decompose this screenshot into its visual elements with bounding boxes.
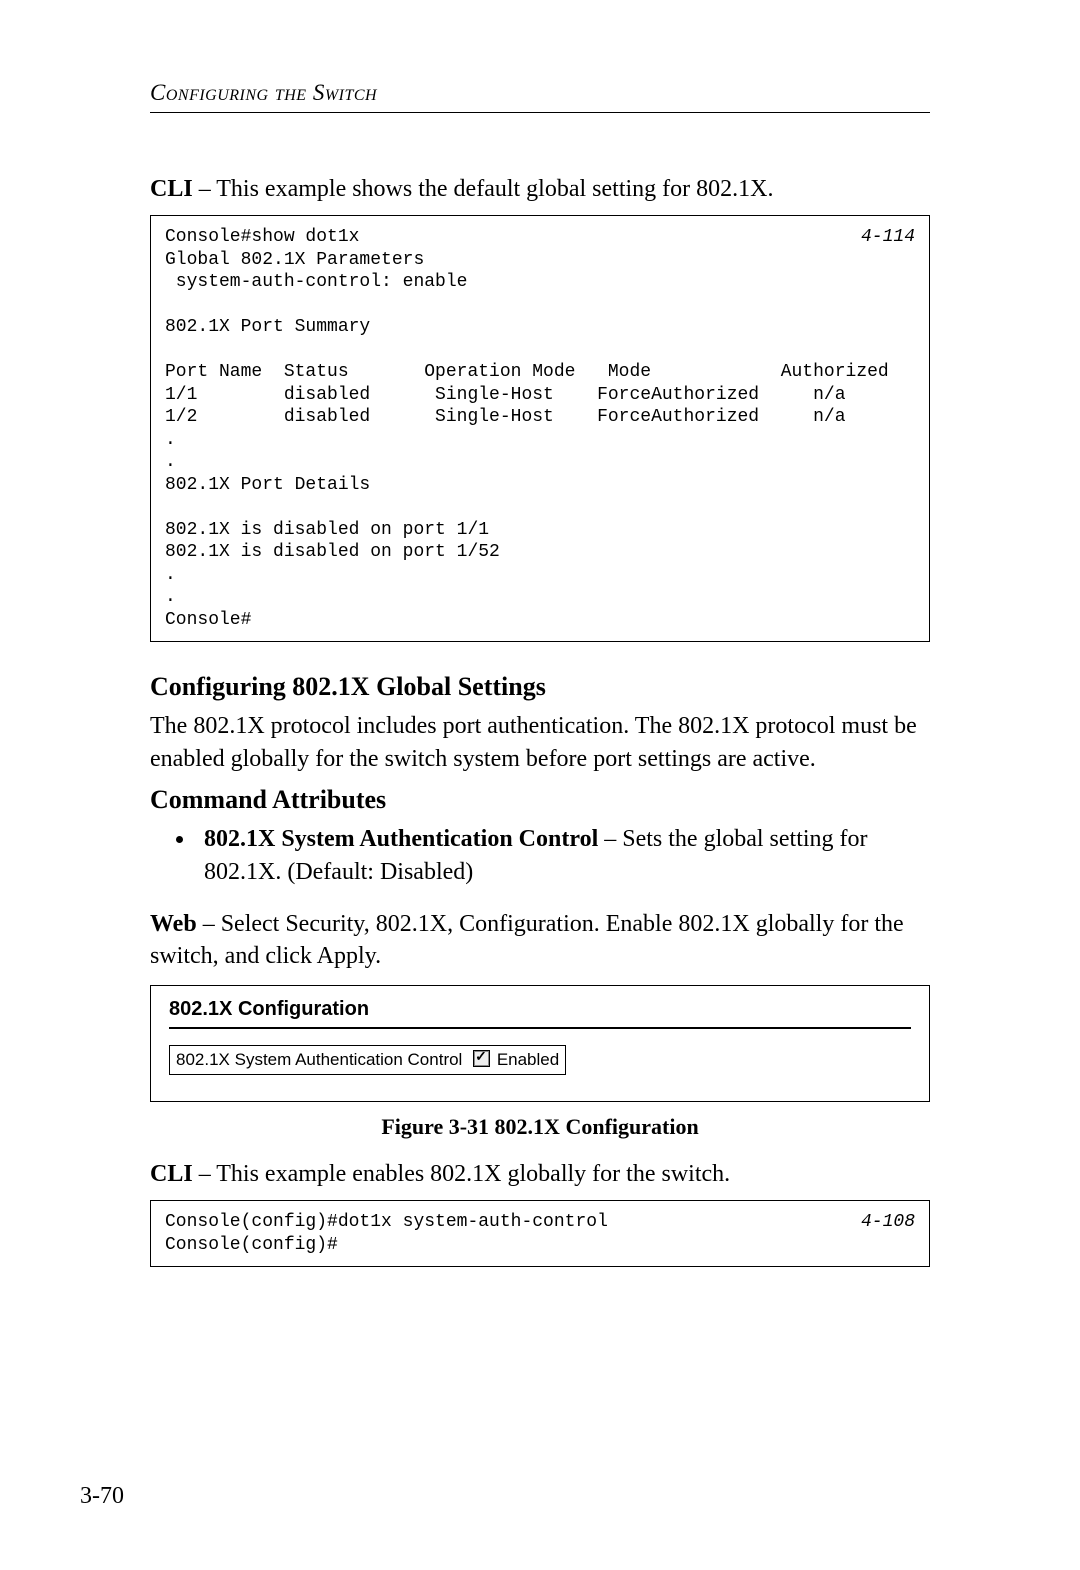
section-heading-attrs: Command Attributes: [150, 785, 930, 815]
attr-list: 802.1X System Authentication Control – S…: [150, 823, 930, 888]
header-rule: [150, 112, 930, 113]
attr-item: 802.1X System Authentication Control – S…: [196, 823, 930, 888]
figure-rule: [169, 1027, 911, 1029]
running-head: Configuring the Switch: [150, 80, 930, 106]
web-lead: Web: [150, 911, 197, 937]
section-heading-global: Configuring 802.1X Global Settings: [150, 672, 930, 702]
cli-ref-2: 4-108: [861, 1211, 915, 1234]
cli-rest-2: – This example enables 802.1X globally f…: [193, 1161, 730, 1187]
web-rest: – Select Security, 802.1X, Configuration…: [150, 911, 904, 969]
cli-lead-2: CLI: [150, 1161, 193, 1187]
enabled-checkbox[interactable]: [473, 1050, 490, 1067]
page: Configuring the Switch CLI – This exampl…: [0, 0, 1080, 1570]
web-intro: Web – Select Security, 802.1X, Configura…: [150, 908, 930, 973]
cli-lead: CLI: [150, 176, 193, 202]
cli-rest: – This example shows the default global …: [193, 176, 774, 202]
cli-output-1: 4-114Console#show dot1x Global 802.1X Pa…: [150, 215, 930, 642]
cli-text-2: Console(config)#dot1x system-auth-contro…: [165, 1212, 608, 1255]
figure-panel-title: 802.1X Configuration: [169, 998, 911, 1021]
figure-caption: Figure 3-31 802.1X Configuration: [150, 1114, 930, 1140]
enabled-label: Enabled: [497, 1050, 559, 1069]
figure-box: 802.1X Configuration 802.1X System Authe…: [150, 985, 930, 1102]
cli-ref-1: 4-114: [861, 226, 915, 249]
cli-intro-2: CLI – This example enables 802.1X global…: [150, 1158, 930, 1190]
auth-control-row: 802.1X System Authentication Control Ena…: [169, 1045, 566, 1075]
auth-control-label: 802.1X System Authentication Control: [176, 1050, 462, 1069]
section-para: The 802.1X protocol includes port authen…: [150, 710, 930, 775]
cli-output-2: 4-108 Console(config)#dot1x system-auth-c…: [150, 1200, 930, 1267]
page-number: 3-70: [80, 1483, 124, 1510]
cli-text-1: Console#show dot1x Global 802.1X Paramet…: [165, 227, 889, 630]
attr-lead: 802.1X System Authentication Control: [204, 826, 598, 852]
running-head-text: Configuring the Switch: [150, 80, 377, 105]
cli-intro-1: CLI – This example shows the default glo…: [150, 173, 930, 205]
